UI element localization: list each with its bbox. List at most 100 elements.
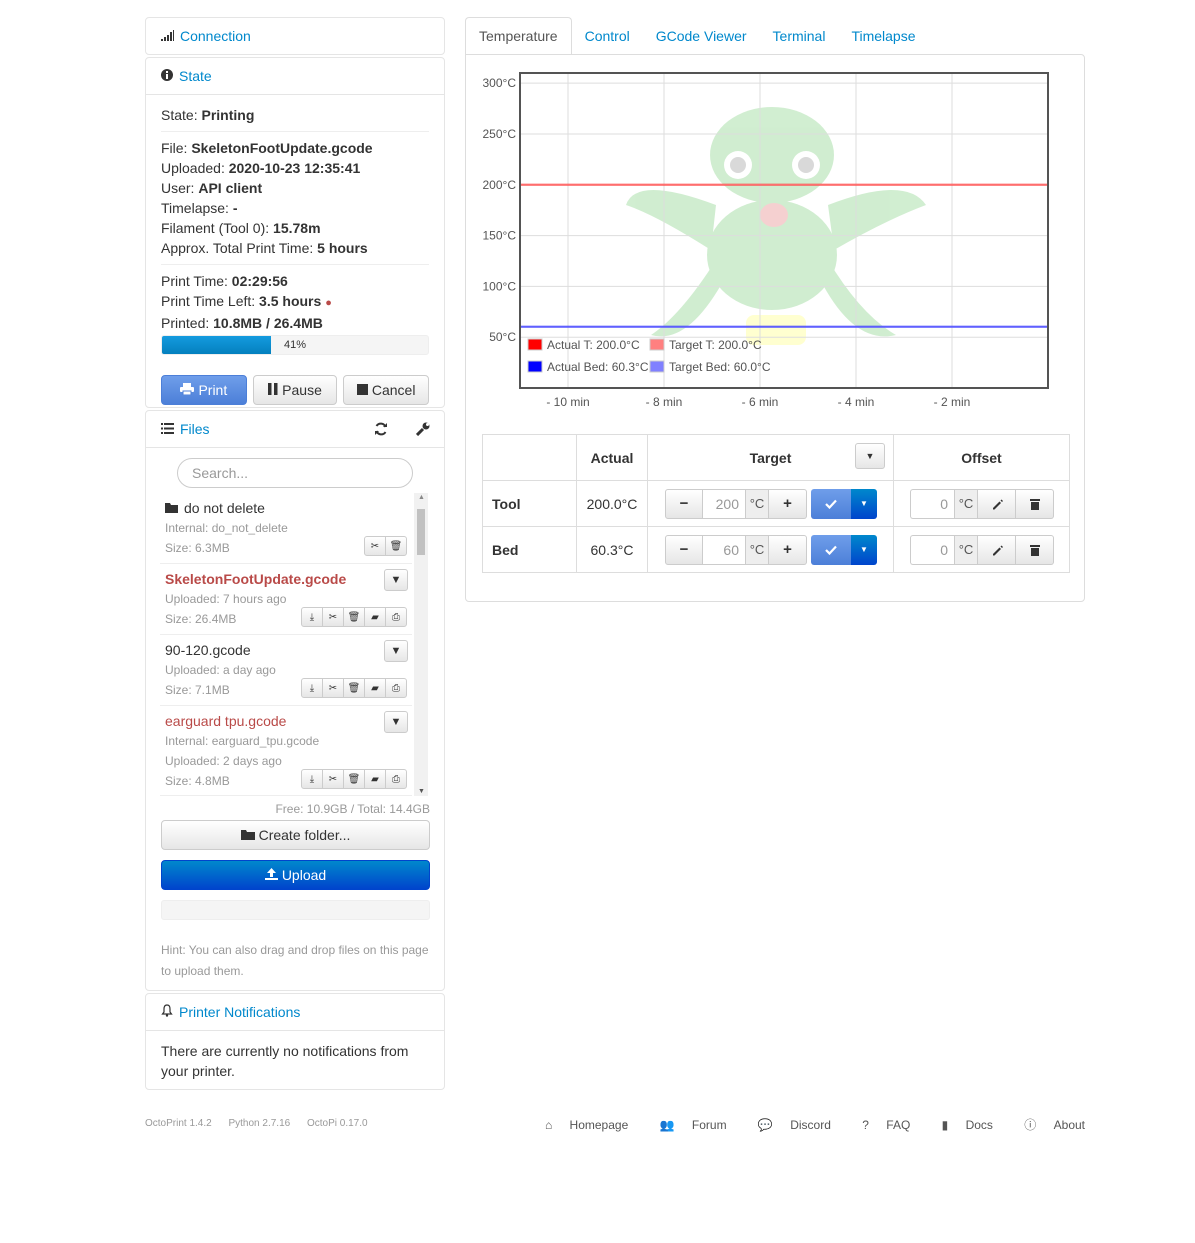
state-panel: State State: Printing File: SkeletonFoot… [145,57,445,408]
pencil-icon[interactable] [978,534,1016,565]
folder-open-icon[interactable]: ▰ [364,769,386,789]
tool-decrement-button[interactable]: − [665,488,703,519]
connection-panel: Connection [145,17,445,55]
filament-row: Filament (Tool 0): 15.78m [161,220,321,236]
chevron-down-icon[interactable]: ▼ [384,640,408,662]
download-icon[interactable]: ⤓ [301,607,323,627]
trash-icon[interactable]: 🗑 [343,607,365,627]
users-icon: 👥 [659,1118,675,1132]
discord-link[interactable]: 💬 Discord [744,1118,831,1132]
tool-increment-button[interactable]: + [769,488,807,519]
target-header: Target ▼ [647,434,894,481]
file-list-scrollbar[interactable]: ▲ ▼ [414,493,428,796]
bed-increment-button[interactable]: + [769,534,807,565]
connection-header[interactable]: Connection [146,18,444,54]
tool-offset-input[interactable]: 0 [910,488,954,519]
scissors-icon[interactable]: ✂ [322,769,344,789]
tool-set-dropdown[interactable]: ▼ [851,488,877,519]
state-header[interactable]: State [146,58,444,95]
legend-swatch [649,338,665,351]
tab-timelapse[interactable]: Timelapse [838,17,928,55]
stop-icon [356,382,368,398]
trash-icon[interactable]: 🗑 [343,678,365,698]
list-item[interactable]: earguard tpu.gcode Internal: earguard_tp… [160,706,412,796]
storage-free: Free: 10.9GB / Total: 14.4GB [275,802,430,816]
tab-terminal[interactable]: Terminal [760,17,839,55]
pause-button[interactable]: Pause [252,375,338,405]
chevron-down-icon[interactable]: ▼ [384,711,408,733]
files-header[interactable]: Files [146,411,444,448]
print-progress: 41% [161,335,429,355]
temperature-tab-content: 50°C 100°C 150°C 200°C 250°C 300°C - 10 min - 8… [465,54,1085,602]
list-item[interactable]: do not delete Internal: do_not_delete Si… [160,493,412,564]
print-icon[interactable]: ⎙ [385,678,407,698]
about-link[interactable]: ⓘ About [1010,1118,1085,1132]
python-version: Python 2.7.16 [228,1118,291,1129]
version-footer: OctoPrint 1.4.2 Python 2.7.16 OctoPi 0.1… [145,1118,382,1129]
print-icon[interactable]: ⎙ [385,769,407,789]
list-item[interactable]: 90-120.gcode Uploaded: a day ago Size: 7… [160,635,412,706]
faq-link[interactable]: ? FAQ [848,1118,910,1132]
bed-target-input[interactable]: 60 [703,534,745,565]
tool-set-button[interactable] [811,488,851,519]
folder-icon [165,500,184,516]
tab-temperature[interactable]: Temperature [465,17,572,55]
legend-label: Actual T: 200.0°C [547,338,640,352]
download-icon[interactable]: ⤓ [301,769,323,789]
upload-icon [264,867,278,883]
download-icon[interactable]: ⤓ [301,678,323,698]
forum-link[interactable]: 👥 Forum [646,1118,727,1132]
print-button[interactable]: Print [161,375,247,405]
timelapse-row: Timelapse: - [161,200,238,216]
chevron-down-icon[interactable]: ▼ [384,569,408,591]
pause-icon [268,382,278,398]
cancel-button[interactable]: Cancel [343,375,430,405]
homepage-link[interactable]: ⌂ Homepage [531,1118,628,1132]
refresh-icon[interactable] [374,422,388,439]
docs-link[interactable]: ▮ Docs [928,1118,993,1132]
folder-open-icon[interactable]: ▰ [364,607,386,627]
create-folder-button[interactable]: Create folder... [161,820,430,850]
file-list[interactable]: do not delete Internal: do_not_delete Si… [160,493,412,796]
tab-gcode-viewer[interactable]: GCode Viewer [643,17,760,55]
time-left-row: Print Time Left: 3.5 hours ● [161,293,332,309]
target-dropdown-button[interactable]: ▼ [855,443,885,469]
question-icon: ? [862,1118,869,1132]
upload-progress [161,900,430,920]
bed-decrement-button[interactable]: − [665,534,703,565]
trash-icon[interactable] [1016,534,1054,565]
file-row: File: SkeletonFootUpdate.gcode [161,140,373,156]
bed-set-button[interactable] [811,534,851,565]
tool-target-input[interactable]: 200 [703,488,745,519]
search-input[interactable]: Search... [177,458,413,488]
bed-offset-input[interactable]: 0 [910,534,954,565]
upload-button[interactable]: Upload [161,860,430,890]
offset-header: Offset [893,434,1070,481]
printed-row: Printed: 10.8MB / 26.4MB [161,315,323,331]
scissors-icon[interactable]: ✂ [364,536,386,556]
x-tick-label: - 2 min [934,395,971,409]
folder-open-icon[interactable]: ▰ [364,678,386,698]
scissors-icon[interactable]: ✂ [322,678,344,698]
pencil-icon[interactable] [978,488,1016,519]
bell-icon [161,1004,173,1020]
notifications-title[interactable]: Printer Notifications [179,1004,300,1020]
trash-icon[interactable]: 🗑 [343,769,365,789]
files-title[interactable]: Files [180,421,210,437]
tab-control[interactable]: Control [572,17,643,55]
wrench-icon[interactable] [415,422,430,439]
state-title[interactable]: State [179,68,212,84]
y-tick-label: 250°C [483,127,517,141]
scissors-icon[interactable]: ✂ [322,607,344,627]
y-tick-label: 300°C [483,76,517,90]
list-item[interactable]: SkeletonFootUpdate.gcode Uploaded: 7 hou… [160,564,412,635]
connection-title[interactable]: Connection [180,28,251,44]
trash-icon[interactable]: 🗑 [385,536,407,556]
notifications-header[interactable]: Printer Notifications [146,994,444,1031]
info-icon [161,68,173,84]
trash-icon[interactable] [1016,488,1054,519]
bed-set-dropdown[interactable]: ▼ [851,534,877,565]
x-tick-label: - 8 min [646,395,683,409]
print-icon[interactable]: ⎙ [385,607,407,627]
main-tabs: Temperature Control GCode Viewer Termina… [465,17,929,55]
